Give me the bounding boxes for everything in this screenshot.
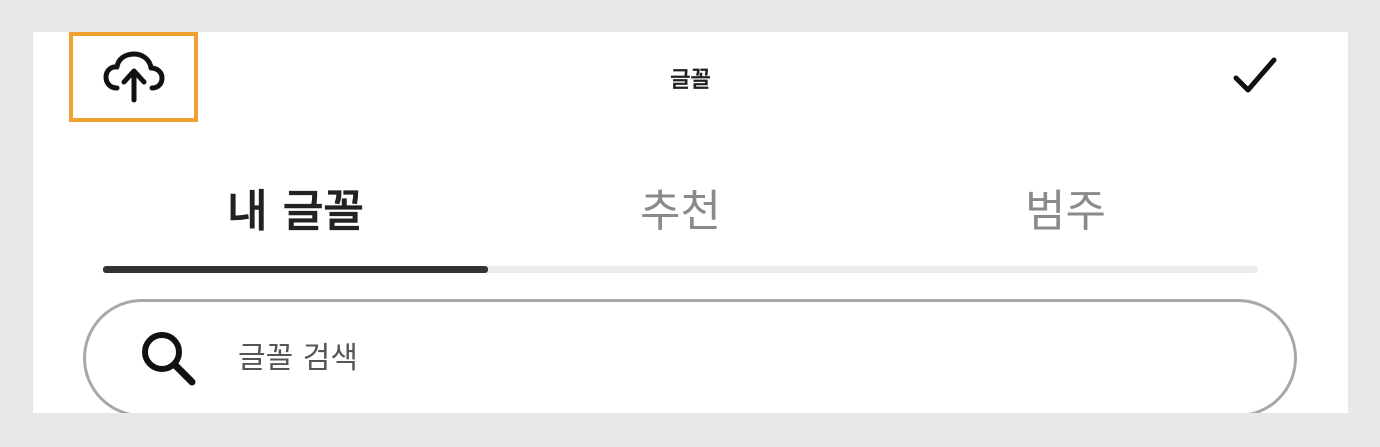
search-icon bbox=[138, 328, 198, 388]
cloud-upload-icon bbox=[103, 50, 165, 104]
upload-button[interactable] bbox=[69, 32, 198, 122]
tab-bar: 내 글꼴 추천 범주 bbox=[103, 182, 1258, 242]
tab-categories[interactable]: 범주 bbox=[873, 182, 1258, 242]
tab-my-fonts[interactable]: 내 글꼴 bbox=[103, 182, 488, 242]
tab-track bbox=[103, 266, 1258, 273]
search-input[interactable] bbox=[238, 333, 1138, 383]
confirm-button[interactable] bbox=[1229, 52, 1281, 104]
search-bar[interactable] bbox=[83, 299, 1297, 413]
font-panel: 글꼴 내 글꼴 추천 범주 bbox=[33, 32, 1348, 413]
tab-indicator bbox=[103, 266, 488, 273]
checkmark-icon bbox=[1232, 56, 1278, 100]
page-title: 글꼴 bbox=[670, 68, 711, 93]
tab-recommended[interactable]: 추천 bbox=[488, 182, 873, 242]
